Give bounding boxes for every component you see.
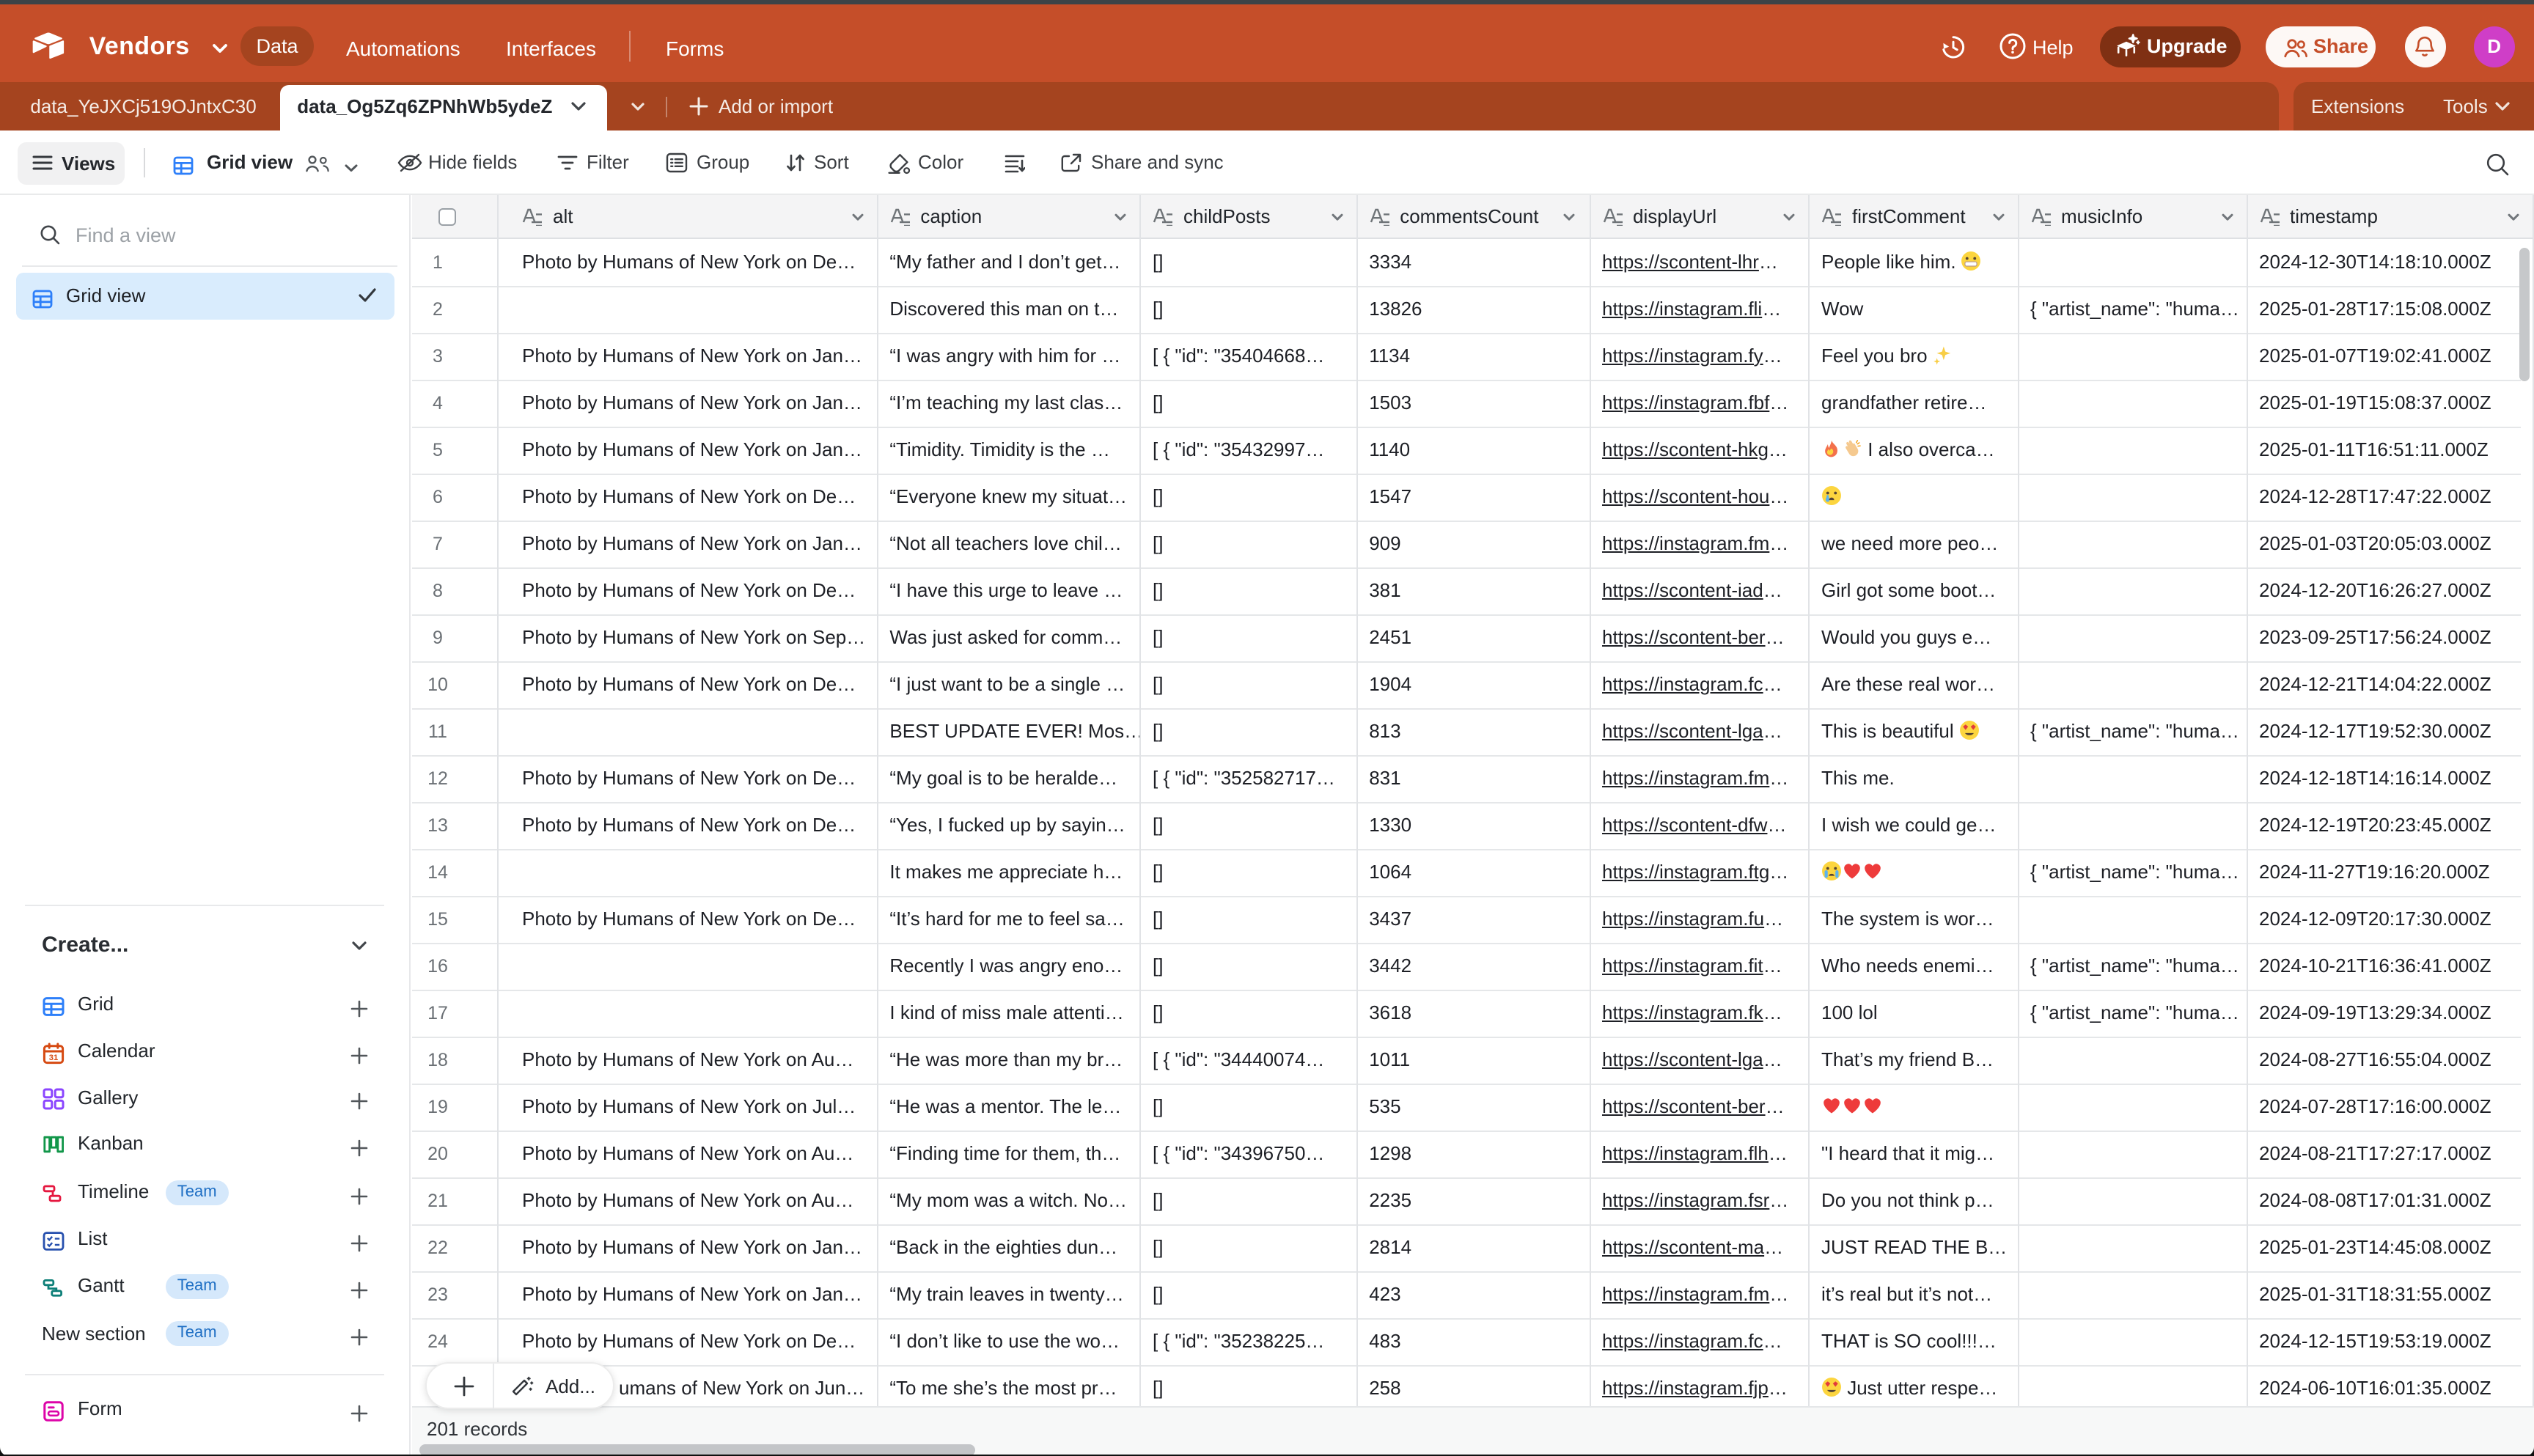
svg-text:31: 31: [48, 1053, 57, 1062]
